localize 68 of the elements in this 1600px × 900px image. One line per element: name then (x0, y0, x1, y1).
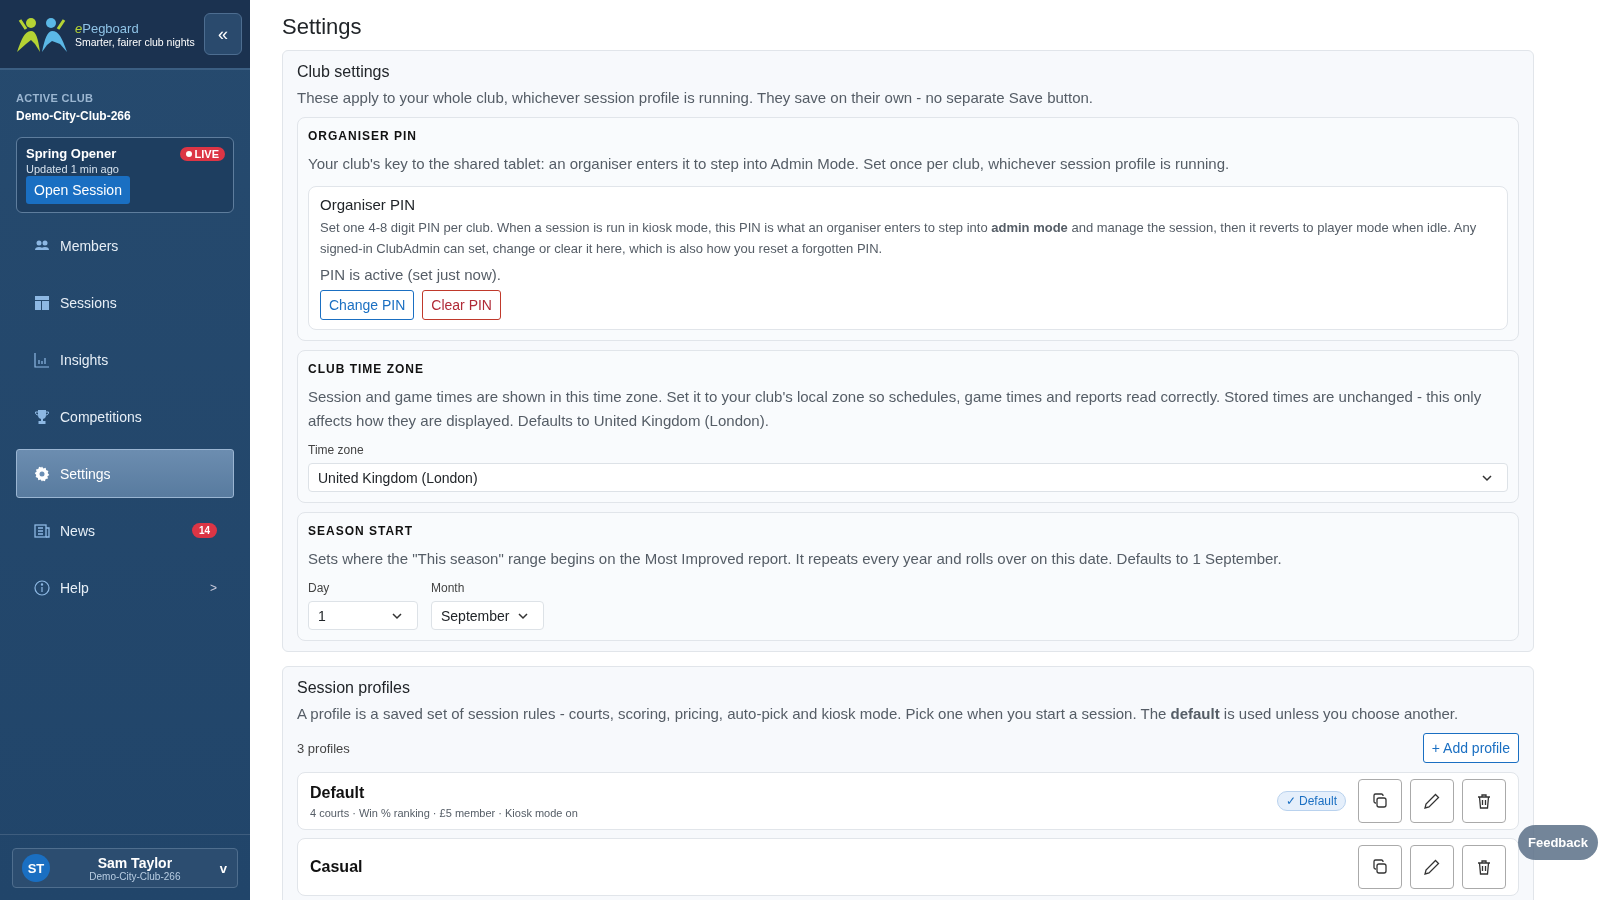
page-title: Settings (282, 14, 363, 40)
change-pin-button[interactable]: Change PIN (320, 290, 415, 320)
nav-item[interactable]: Insights (16, 335, 234, 384)
section-label: ACTIVE CLUB (16, 92, 95, 104)
panel-title: Club settings (297, 63, 391, 81)
nav-item[interactable]: Settings (16, 449, 234, 498)
section-heading: ORGANISER PIN (308, 129, 418, 143)
chevron-icon: > (210, 580, 217, 595)
club-name: Demo-City-Club-266 (16, 109, 132, 123)
live-badge: LIVE (179, 146, 225, 161)
panel-title: Session profiles (297, 679, 411, 697)
profile-name: Default (310, 783, 366, 802)
section-heading: SEASON START (308, 524, 415, 538)
default-badge: ✓ Default (1276, 791, 1346, 811)
nav-item[interactable]: News 14 (16, 506, 234, 555)
section-heading: CLUB TIME ZONE (308, 362, 425, 376)
nav-item[interactable]: Sessions (16, 278, 234, 327)
layout-icon (34, 294, 50, 311)
month-select[interactable]: September (431, 601, 544, 630)
pencil-icon (1424, 859, 1440, 875)
pencil-icon (1424, 793, 1440, 809)
newspaper-icon (34, 522, 50, 539)
panel-description: These apply to your whole club, whichever session profile is running. They save on their own - no separate Save button. (297, 89, 1094, 106)
field-label: Time zone (308, 443, 365, 457)
count-badge: 14 (191, 523, 217, 538)
clear-pin-button[interactable]: Clear PIN (422, 290, 501, 320)
profile-count: 3 profiles (297, 740, 350, 756)
nav-item[interactable]: Help > (16, 563, 234, 612)
open-session-button[interactable]: Open Session (26, 176, 130, 204)
field-label: Month (431, 581, 466, 595)
feedback-button[interactable]: Feedback (1518, 825, 1598, 860)
delete-button[interactable] (1462, 845, 1506, 889)
add-profile-button[interactable]: + Add profile (1422, 733, 1519, 763)
status-text: PIN is active (set just now). (320, 266, 502, 283)
copy-button[interactable] (1358, 845, 1402, 889)
session-name: Spring Opener (26, 146, 117, 161)
trophy-icon (34, 408, 50, 425)
nav-item[interactable]: Competitions (16, 392, 234, 441)
copy-icon (1372, 859, 1388, 875)
avatar: ST (22, 854, 50, 882)
section-description: Your club's key to the shared tablet: an organiser enters it to step into Admin Mode. Set once per club, whichever session profile is running. (308, 154, 1231, 174)
profile-name: Casual (310, 858, 363, 876)
user-menu[interactable]: ST Sam Taylor Demo-City-Club-266 v (12, 848, 238, 888)
panel-description: A profile is a saved set of session rules - courts, scoring, pricing, auto-pick and kiosk mode. Pick one when you start a session. The default is used unless you choose another. (297, 705, 1460, 722)
info-icon (34, 579, 50, 596)
collapse-button[interactable]: « (204, 13, 242, 55)
app-name: ePegboard (75, 20, 140, 36)
section-description: Sets where the "This season" range begins on the Most Improved report. It repeats every year and rolls over on this date. Defaults to 1 September. (308, 549, 1283, 569)
trash-icon (1476, 793, 1492, 809)
user-name: Sam Taylor (96, 854, 174, 871)
copy-button[interactable] (1358, 779, 1402, 823)
user-club: Demo-City-Club-266 (88, 870, 182, 882)
tagline: Smarter, fairer club nights (75, 35, 196, 48)
bar-chart-icon (34, 351, 50, 368)
card-title: Organiser PIN (320, 196, 417, 213)
copy-icon (1372, 793, 1388, 809)
profile-details: 4 courts · Win % ranking · £5 member · Kiosk mode on (310, 806, 578, 819)
field-label: Day (308, 581, 331, 595)
help-text: Set one 4-8 digit PIN per club. When a session is run in kiosk mode, this PIN is what an organiser enters to step into admin mode and manage the session, then it reverts to player mode when idle. Any signed-in ClubAdmin can set, change or clear it here, which is also how you reset a forgotten PIN. (320, 219, 1478, 258)
trash-icon (1476, 859, 1492, 875)
time-zone-select[interactable]: United Kingdom (London) (308, 463, 1508, 492)
section-description: Session and game times are shown in this time zone. Set it to your club's local zone so schedules, game times and reports read correctly. Stored times are unchanged - this only affects how they are displayed. Defaults to United Kingdom (London). (308, 387, 1483, 431)
nav-item[interactable]: Members (16, 221, 234, 270)
updated-text: Updated 1 min ago (26, 163, 120, 175)
chevron-icon: v (219, 860, 227, 876)
settings-icon (34, 465, 50, 482)
day-select[interactable]: 1 (308, 601, 418, 630)
delete-button[interactable] (1462, 779, 1506, 823)
